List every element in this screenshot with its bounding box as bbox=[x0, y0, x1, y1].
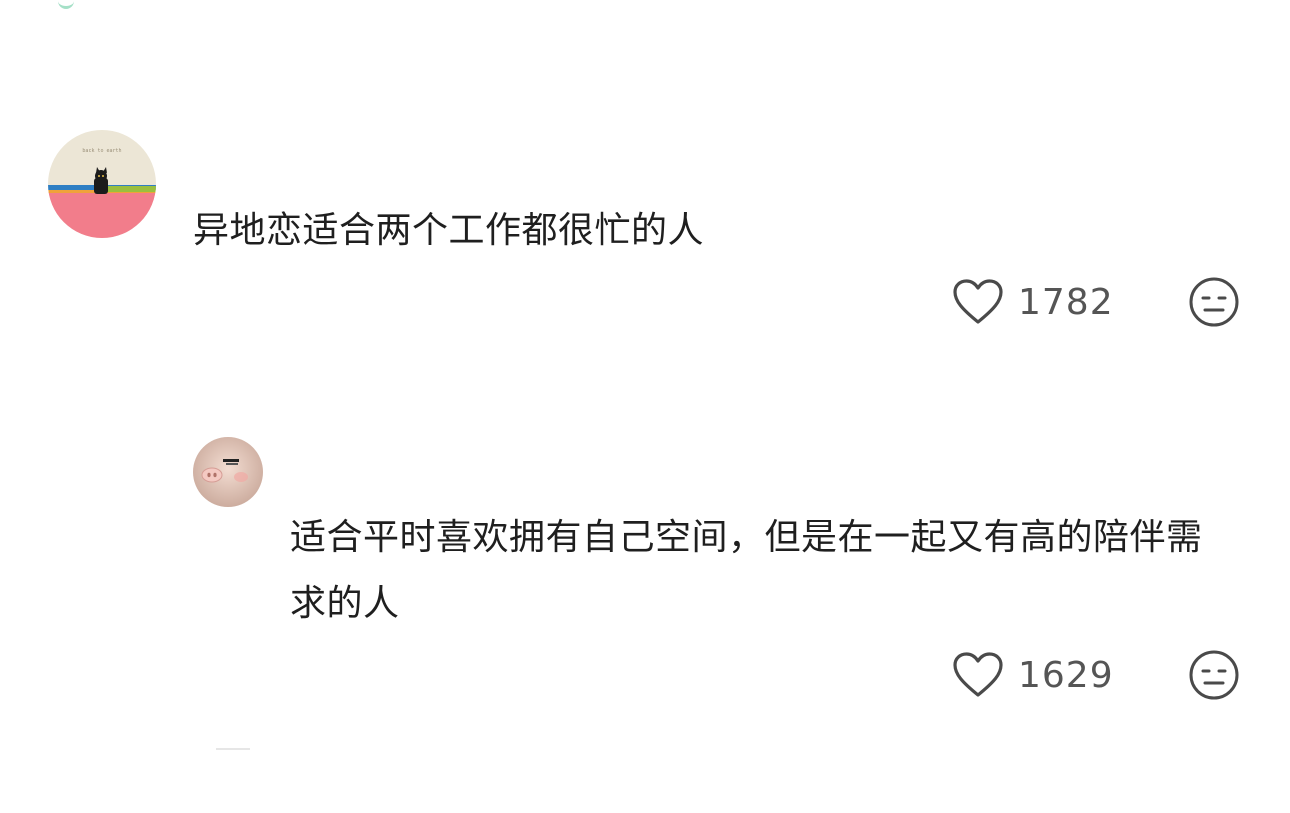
like-button[interactable]: 1629 bbox=[952, 651, 1114, 699]
user-avatar[interactable] bbox=[193, 437, 263, 507]
previous-comment-edge bbox=[58, 0, 74, 9]
comment-actions: 1782 bbox=[952, 272, 1252, 332]
like-count: 1629 bbox=[1018, 654, 1114, 696]
heart-outline-icon bbox=[953, 652, 1003, 697]
comment-text: 适合平时喜欢拥有自己空间，但是在一起又有高的陪伴需求的人 bbox=[290, 517, 1203, 624]
like-count: 1782 bbox=[1018, 281, 1114, 323]
dislike-button[interactable] bbox=[1188, 276, 1240, 332]
avatar-cat-illustration: back to earth bbox=[48, 130, 156, 238]
next-comment-edge bbox=[216, 748, 250, 750]
user-avatar[interactable]: back to earth bbox=[48, 130, 156, 238]
meh-face-icon bbox=[1189, 650, 1239, 700]
like-button[interactable]: 1782 bbox=[952, 278, 1114, 326]
avatar-caption: back to earth bbox=[82, 148, 121, 154]
dislike-button[interactable] bbox=[1188, 649, 1240, 705]
comment-actions: 1629 bbox=[952, 645, 1252, 705]
meh-face-icon bbox=[1189, 277, 1239, 327]
heart-outline-icon bbox=[953, 279, 1003, 324]
comment-text: 异地恋适合两个工作都很忙的人 bbox=[193, 210, 705, 251]
avatar-pig-photo bbox=[193, 437, 263, 507]
